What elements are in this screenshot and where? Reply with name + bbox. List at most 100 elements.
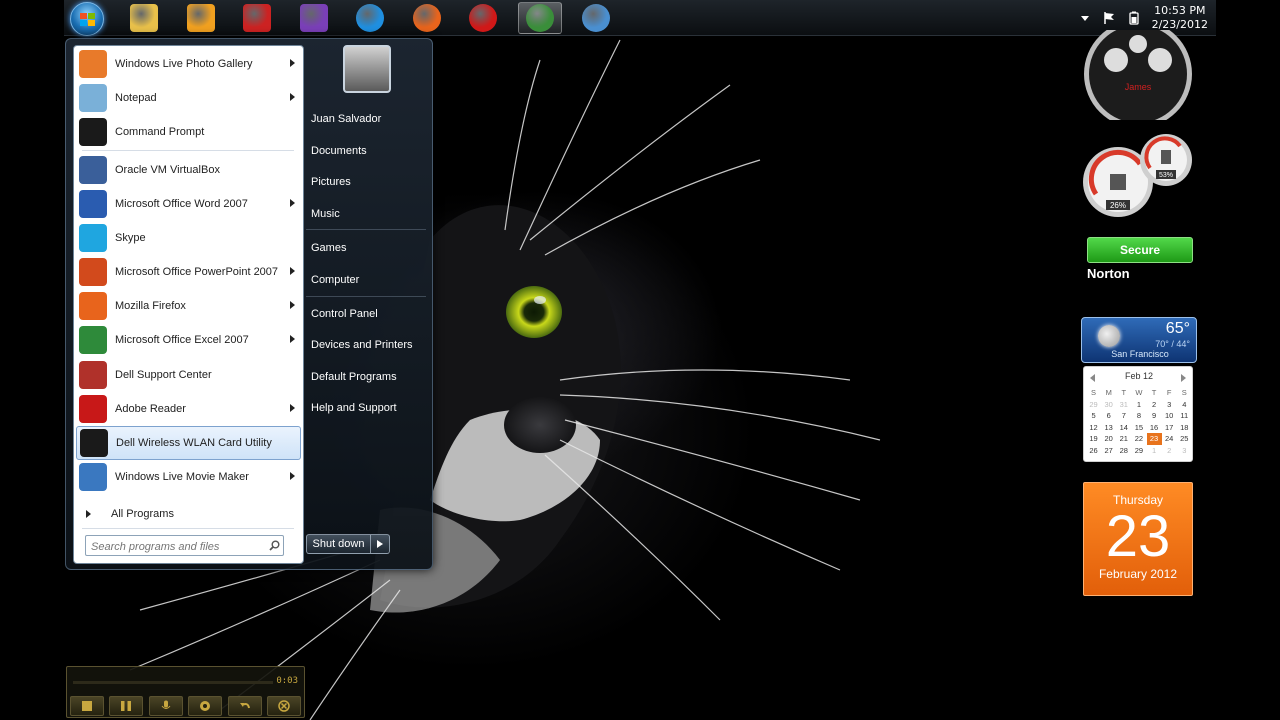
cpu-meter-gadget[interactable]: 26% 53% — [1082, 134, 1194, 220]
submenu-arrow-icon[interactable] — [290, 93, 295, 101]
submenu-arrow-icon[interactable] — [290, 335, 295, 343]
taskbar-safari-button[interactable] — [574, 2, 618, 34]
program-item[interactable]: Windows Live Movie Maker — [76, 460, 301, 494]
taskbar-windows-explorer-button[interactable] — [122, 2, 166, 34]
start-link-documents[interactable]: Documents — [311, 140, 431, 162]
calendar-day-cell[interactable]: 18 — [1177, 422, 1192, 434]
program-item[interactable]: Adobe Reader — [76, 392, 301, 426]
program-item[interactable]: Command Prompt — [76, 115, 301, 149]
taskbar-firefox-button[interactable] — [405, 2, 449, 34]
calendar-day-cell[interactable]: 24 — [1162, 433, 1177, 445]
calendar-day-cell[interactable]: 17 — [1162, 422, 1177, 434]
search-programs-input[interactable] — [85, 535, 284, 556]
calendar-day-cell[interactable]: 10 — [1162, 410, 1177, 422]
start-link-computer[interactable]: Computer — [311, 269, 431, 291]
calendar-day-cell[interactable]: 5 — [1086, 410, 1101, 422]
program-item[interactable]: Microsoft Office Word 2007 — [76, 187, 301, 221]
webcam-button[interactable] — [188, 696, 222, 716]
calendar-day-cell[interactable]: 7 — [1116, 410, 1131, 422]
cancel-button[interactable] — [267, 696, 301, 716]
calendar-day-cell[interactable]: 21 — [1116, 433, 1131, 445]
user-avatar[interactable] — [343, 45, 391, 93]
start-link-pictures[interactable]: Pictures — [311, 171, 431, 193]
program-item[interactable]: Mozilla Firefox — [76, 289, 301, 323]
submenu-arrow-icon[interactable] — [290, 267, 295, 275]
calendar-next-icon[interactable] — [1181, 374, 1186, 382]
battery-icon[interactable] — [1128, 11, 1140, 25]
calendar-day-cell[interactable]: 31 — [1116, 399, 1131, 411]
calendar-day-cell[interactable]: 11 — [1177, 410, 1192, 422]
taskbar-purple-app-button[interactable] — [292, 2, 336, 34]
calendar-day-cell[interactable]: 15 — [1131, 422, 1146, 434]
calendar-day-cell[interactable]: 9 — [1147, 410, 1162, 422]
start-link-default-programs[interactable]: Default Programs — [311, 366, 431, 388]
calendar-day-cell[interactable]: 12 — [1086, 422, 1101, 434]
taskbar-media-player-button[interactable] — [179, 2, 223, 34]
submenu-arrow-icon[interactable] — [290, 199, 295, 207]
start-link-help-and-support[interactable]: Help and Support — [311, 397, 431, 419]
calendar-day-cell[interactable]: 23 — [1146, 433, 1162, 445]
submenu-arrow-icon[interactable] — [290, 404, 295, 412]
microphone-button[interactable] — [149, 696, 183, 716]
program-item[interactable]: Microsoft Office Excel 2007 — [76, 323, 301, 357]
calendar-day-cell[interactable]: 20 — [1101, 433, 1116, 445]
start-link-juan-salvador[interactable]: Juan Salvador — [311, 108, 431, 130]
calendar-day-cell[interactable]: 28 — [1116, 445, 1131, 457]
calendar-day-cell[interactable]: 16 — [1147, 422, 1162, 434]
shutdown-button[interactable]: Shut down — [306, 534, 390, 554]
program-item[interactable]: Windows Live Photo Gallery — [76, 47, 301, 81]
shutdown-options-button[interactable] — [371, 535, 389, 553]
taskbar-clock[interactable]: 10:53 PM 2/23/2012 — [1152, 4, 1208, 32]
calendar-day-cell[interactable]: 26 — [1086, 445, 1101, 457]
start-button[interactable] — [70, 2, 104, 36]
program-item[interactable]: Notepad — [76, 81, 301, 115]
calendar-day-cell[interactable]: 1 — [1147, 445, 1162, 457]
submenu-arrow-icon[interactable] — [290, 472, 295, 480]
taskbar-internet-explorer-button[interactable] — [348, 2, 392, 34]
calendar-day-cell[interactable]: 6 — [1101, 410, 1116, 422]
start-link-devices-and-printers[interactable]: Devices and Printers — [311, 334, 431, 356]
pause-button[interactable] — [109, 696, 143, 716]
calendar-day-cell[interactable]: 27 — [1101, 445, 1116, 457]
start-link-music[interactable]: Music — [311, 203, 431, 225]
calendar-day-cell[interactable]: 29 — [1086, 399, 1101, 411]
submenu-arrow-icon[interactable] — [290, 301, 295, 309]
taskbar-m-app-button[interactable] — [235, 2, 279, 34]
calendar-gadget[interactable]: Feb 12 S M T W T F S 29 30 31 1 2 3 4 5 6 7 8 9 10 11 12 13 14 1… — [1083, 366, 1193, 596]
action-center-flag-icon[interactable] — [1102, 11, 1116, 25]
calendar-day-cell[interactable]: 19 — [1086, 433, 1101, 445]
calendar-day-cell[interactable]: 8 — [1131, 410, 1146, 422]
taskbar-chrome-button[interactable] — [517, 2, 562, 34]
start-link-control-panel[interactable]: Control Panel — [311, 303, 431, 325]
calendar-day-cell[interactable]: 1 — [1131, 399, 1146, 411]
program-label: Oracle VM VirtualBox — [115, 164, 220, 176]
search-icon[interactable] — [269, 540, 280, 551]
undo-button[interactable] — [228, 696, 262, 716]
weather-gadget[interactable]: 65° 70° / 44° San Francisco — [1081, 317, 1197, 363]
stop-button[interactable] — [70, 696, 104, 716]
clock-gadget[interactable]: James — [1082, 30, 1194, 120]
calendar-day-cell[interactable]: 13 — [1101, 422, 1116, 434]
calendar-day-cell[interactable]: 22 — [1131, 433, 1146, 445]
calendar-day-cell[interactable]: 30 — [1101, 399, 1116, 411]
calendar-day-cell[interactable]: 3 — [1177, 445, 1192, 457]
program-item[interactable]: Dell Wireless WLAN Card Utility — [76, 426, 301, 460]
calendar-day-cell[interactable]: 4 — [1177, 399, 1192, 411]
calendar-day-cell[interactable]: 2 — [1147, 399, 1162, 411]
calendar-day-cell[interactable]: 25 — [1177, 433, 1192, 445]
start-link-games[interactable]: Games — [311, 237, 431, 259]
program-item[interactable]: Oracle VM VirtualBox — [76, 153, 301, 187]
calendar-day-cell[interactable]: 3 — [1162, 399, 1177, 411]
submenu-arrow-icon[interactable] — [290, 59, 295, 67]
calendar-day-cell[interactable]: 2 — [1162, 445, 1177, 457]
taskbar-opera-button[interactable] — [461, 2, 505, 34]
program-item[interactable]: Microsoft Office PowerPoint 2007 — [76, 255, 301, 289]
norton-gadget[interactable]: Secure Norton — [1087, 237, 1193, 281]
program-item[interactable]: Dell Support Center — [76, 358, 301, 392]
program-item[interactable]: Skype — [76, 221, 301, 255]
clock-time: 10:53 PM — [1154, 4, 1206, 17]
calendar-day-cell[interactable]: 29 — [1131, 445, 1146, 457]
calendar-day-cell[interactable]: 14 — [1116, 422, 1131, 434]
all-programs-button[interactable]: All Programs — [78, 501, 298, 527]
show-hidden-icons-icon[interactable] — [1080, 14, 1090, 22]
